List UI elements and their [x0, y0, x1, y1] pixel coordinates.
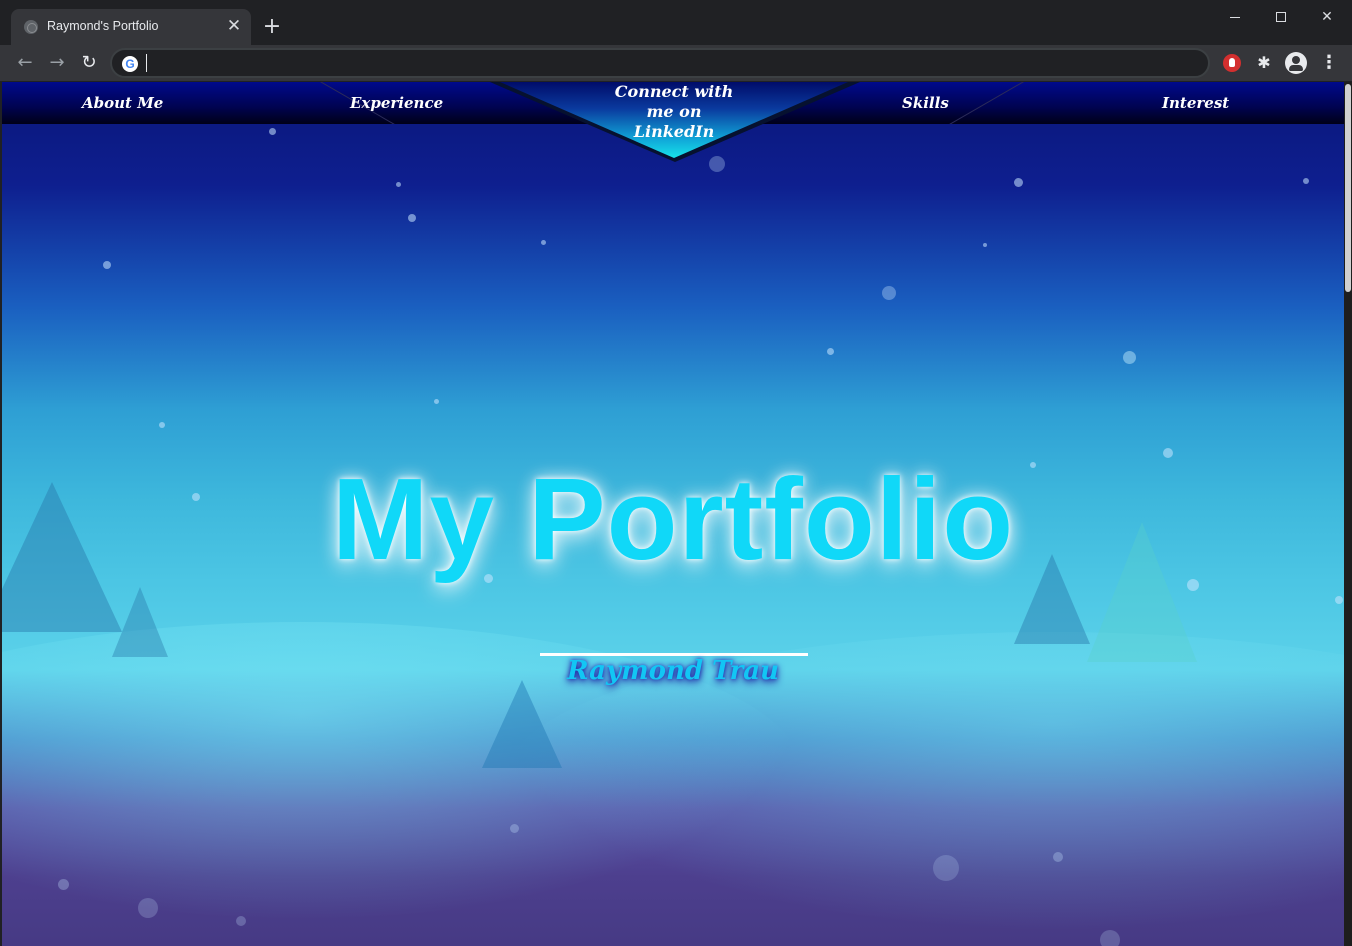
pine-tree	[112, 587, 168, 657]
snowflake	[983, 243, 987, 247]
new-tab-button[interactable]: +	[262, 16, 282, 38]
reload-button[interactable]: ↻	[77, 51, 101, 75]
linkedin-link[interactable]: Connect with me on LinkedIn	[604, 82, 744, 142]
browser-toolbar: ← → ↻ G ✱ ⋮	[0, 45, 1352, 81]
address-input[interactable]	[150, 53, 1150, 73]
minimize-icon	[1230, 16, 1240, 18]
snowflake	[138, 898, 158, 918]
window-maximize-button[interactable]	[1258, 4, 1304, 30]
nav-divider	[949, 82, 1024, 124]
snowflake	[1053, 852, 1063, 862]
snowflake	[236, 916, 246, 926]
nav-link-interest[interactable]: Interest	[1162, 94, 1229, 112]
snowflake	[510, 824, 519, 833]
snowflake	[1100, 930, 1120, 946]
tab-title: Raymond's Portfolio	[47, 19, 159, 33]
extensions-puzzle-icon[interactable]: ✱	[1255, 54, 1273, 72]
snowflake	[541, 240, 546, 245]
browser-tab[interactable]: Raymond's Portfolio ✕	[11, 9, 251, 45]
snowflake	[408, 214, 416, 222]
hero-author-name: Raymond Trau	[566, 656, 780, 686]
snowflake	[159, 422, 165, 428]
nav-link-about-me[interactable]: About Me	[82, 94, 163, 112]
snowflake	[1123, 351, 1136, 364]
snowflake	[1335, 596, 1343, 604]
snowflake	[933, 855, 959, 881]
page-scrollbar[interactable]	[1344, 82, 1352, 946]
address-bar[interactable]: G	[110, 48, 1210, 78]
snowflake	[103, 261, 111, 269]
window-close-button[interactable]: ✕	[1304, 4, 1350, 30]
back-button[interactable]: ←	[13, 51, 37, 75]
google-icon: G	[122, 56, 138, 72]
snowflake	[269, 128, 276, 135]
browser-menu-icon[interactable]: ⋮	[1320, 54, 1338, 72]
snowflake	[434, 399, 439, 404]
adblock-extension-icon[interactable]	[1223, 54, 1241, 72]
browser-titlebar: Raymond's Portfolio ✕ + ✕	[0, 0, 1352, 45]
snowflake	[1303, 178, 1309, 184]
scrollbar-thumb[interactable]	[1345, 84, 1351, 292]
maximize-icon	[1276, 12, 1286, 22]
page-viewport: About Me Experience Skills Interest Conn…	[2, 82, 1344, 946]
snowflake	[882, 286, 896, 300]
tab-close-button[interactable]: ✕	[225, 17, 243, 35]
snowflake	[396, 182, 401, 187]
snowflake	[1014, 178, 1023, 187]
snowflake	[827, 348, 834, 355]
nav-link-experience[interactable]: Experience	[350, 94, 443, 112]
hero-title: My Portfolio	[331, 454, 1015, 584]
globe-icon	[24, 20, 38, 34]
profile-avatar-icon[interactable]	[1285, 52, 1307, 74]
text-caret	[146, 54, 147, 72]
snowflake	[58, 879, 69, 890]
pine-tree	[482, 680, 562, 768]
window-minimize-button[interactable]	[1212, 4, 1258, 30]
nav-link-skills[interactable]: Skills	[902, 94, 949, 112]
forward-button[interactable]: →	[45, 51, 69, 75]
